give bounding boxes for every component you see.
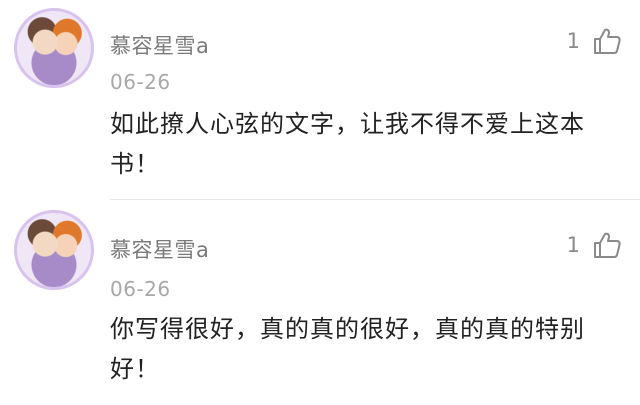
avatar[interactable] [14,8,94,88]
like-button[interactable]: 1 [567,26,622,56]
like-count: 1 [566,29,580,53]
comment-item: 慕容星雪a 06-26 你写得很好，真的真的很好，真的真的特别好！ 1 [0,200,640,405]
like-button[interactable]: 1 [567,230,622,260]
thumbs-up-icon [594,232,621,258]
like-count: 1 [566,233,580,257]
thumbs-up-icon [594,28,621,54]
comment-list: 慕容星雪a 06-26 如此撩人心弦的文字，让我不得不爱上这本书！ 1 慕容星雪… [0,0,640,405]
comment-text: 你写得很好，真的真的很好，真的真的特别好！ [110,315,585,383]
comment-username[interactable]: 慕容星雪a [110,234,209,264]
comment-date: 06-26 [110,277,171,301]
comment-username[interactable]: 慕容星雪a [110,30,209,60]
avatar[interactable] [14,210,94,290]
comment-item: 慕容星雪a 06-26 如此撩人心弦的文字，让我不得不爱上这本书！ 1 [0,0,640,200]
comment-date: 06-26 [110,70,171,94]
comment-text: 如此撩人心弦的文字，让我不得不爱上这本书！ [110,110,585,178]
